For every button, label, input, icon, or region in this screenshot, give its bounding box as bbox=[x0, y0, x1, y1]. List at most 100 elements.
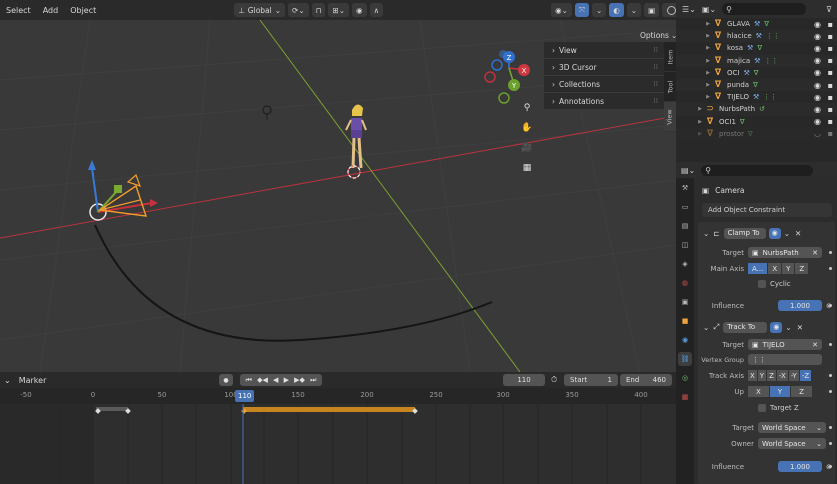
jump-start-icon[interactable]: ⏮ bbox=[246, 376, 252, 385]
constraints-tab-icon[interactable]: ⛓ bbox=[678, 352, 692, 366]
track-axis-neg-z-option[interactable]: -Z bbox=[799, 370, 812, 381]
overlays-toggle[interactable]: ◐ bbox=[609, 3, 624, 17]
animate-dot[interactable] bbox=[829, 304, 832, 307]
render-camera-icon[interactable]: ▪ bbox=[828, 117, 833, 126]
tool-tab-icon[interactable]: ⚒ bbox=[678, 181, 692, 195]
render-camera-icon[interactable]: ▪ bbox=[828, 81, 833, 90]
animate-dot[interactable] bbox=[829, 390, 832, 393]
physics-tab-icon[interactable]: ◉ bbox=[678, 333, 692, 347]
falloff-dropdown[interactable]: ∧ bbox=[369, 3, 384, 17]
axis-y-option[interactable]: Y bbox=[782, 263, 795, 274]
cyclic-checkbox[interactable] bbox=[758, 279, 766, 288]
jump-end-icon[interactable]: ⏭ bbox=[310, 376, 316, 385]
perspective-toggle-icon[interactable]: ▦ bbox=[519, 160, 535, 176]
visibility-eye-icon[interactable]: ◉ bbox=[814, 44, 821, 53]
stopwatch-icon[interactable]: ⏱ bbox=[551, 375, 557, 385]
axis-auto-option[interactable]: A... bbox=[748, 263, 768, 274]
up-axis-z-option[interactable]: Z bbox=[791, 386, 812, 397]
axis-z-option[interactable]: Z bbox=[795, 263, 809, 274]
grip-icon[interactable]: ⁞⁞ bbox=[654, 80, 658, 88]
target-space-dropdown[interactable]: World Space ⌄ bbox=[758, 422, 826, 433]
outliner-item[interactable]: ▶ ∇ OCI1 ∇ ◉ ▪ bbox=[676, 116, 837, 128]
track-target-field[interactable]: ▣ TIJELO ✕ bbox=[748, 339, 822, 350]
target-z-checkbox-row[interactable]: Target Z bbox=[758, 401, 799, 414]
play-icon[interactable]: ▶ bbox=[284, 376, 289, 384]
animate-dot[interactable] bbox=[829, 465, 832, 468]
menu-object[interactable]: Object bbox=[64, 6, 102, 15]
outliner-search-input[interactable]: ⚲ bbox=[722, 3, 807, 15]
pivot-point-dropdown[interactable]: ⟳⌄ bbox=[288, 3, 309, 17]
menu-select[interactable]: Select bbox=[0, 6, 37, 15]
visibility-eye-icon[interactable]: ◉ bbox=[814, 117, 821, 126]
clamp-influence-slider[interactable]: 1.000 bbox=[778, 300, 822, 311]
clear-icon[interactable]: ✕ bbox=[812, 341, 818, 349]
track-enable-toggle[interactable]: ◉ bbox=[770, 321, 783, 333]
editor-type-icon[interactable]: ☰⌄ bbox=[682, 5, 696, 14]
menu-add[interactable]: Add bbox=[37, 6, 65, 15]
properties-search-input[interactable]: ⚲ bbox=[701, 164, 814, 176]
texture-tab-icon[interactable]: ▦ bbox=[678, 390, 692, 404]
view-layer-tab-icon[interactable]: ◫ bbox=[678, 238, 692, 252]
clamp-target-field[interactable]: ▣ NurbsPath ✕ bbox=[748, 247, 822, 258]
render-camera-icon[interactable]: ▪ bbox=[828, 44, 833, 53]
outliner-item[interactable]: ▶ ∇ GLAVA ⚒ ∇ ◉ ▪ bbox=[676, 18, 837, 30]
up-axis-y-option[interactable]: Y bbox=[769, 386, 791, 397]
proportional-edit-toggle[interactable]: ◉ bbox=[352, 3, 367, 17]
hidden-eye-icon[interactable]: ◡ bbox=[814, 129, 821, 138]
outliner-item[interactable]: ▶ ∇ TIJELO ⚒ ⋮⋮ ◉ ▪ bbox=[676, 91, 837, 103]
visibility-eye-icon[interactable]: ◉ bbox=[814, 32, 821, 41]
start-frame-field[interactable]: Start 1 bbox=[564, 374, 618, 386]
cyclic-checkbox-row[interactable]: Cyclic bbox=[758, 277, 791, 290]
gizmo-toggle[interactable]: ⤧ bbox=[574, 3, 589, 17]
grip-icon[interactable]: ⁞⁞ bbox=[654, 46, 658, 54]
filter-icon[interactable]: ⊽ bbox=[826, 5, 832, 14]
expand-arrow-icon[interactable]: ▶ bbox=[704, 45, 712, 51]
expand-arrow-icon[interactable]: ▶ bbox=[704, 58, 712, 64]
track-influence-slider[interactable]: 1.000 bbox=[778, 461, 822, 472]
pan-hand-icon[interactable]: ✋ bbox=[519, 120, 535, 136]
clamp-name-field[interactable]: Clamp To bbox=[723, 227, 766, 239]
track-name-field[interactable]: Track To bbox=[723, 321, 768, 333]
chevron-down-icon[interactable]: ⌄ bbox=[784, 229, 790, 238]
outliner-item[interactable]: ▶ ∇ punda ∇ ◉ ▪ bbox=[676, 78, 837, 92]
track-axis-x-option[interactable]: X bbox=[748, 370, 757, 381]
close-icon[interactable]: ✕ bbox=[797, 323, 803, 332]
track-axis-y-option[interactable]: Y bbox=[757, 370, 767, 381]
outliner-item[interactable]: ▶ ∇ OCI ⚒ ∇ ◉ ▪ bbox=[676, 67, 837, 79]
next-keyframe-icon[interactable]: ▶◆ bbox=[294, 376, 305, 384]
render-camera-icon[interactable]: ▪ bbox=[828, 20, 833, 29]
outliner-item[interactable]: ▶ ∇ majica ⚒ ⋮⋮ ◉ ▪ bbox=[676, 54, 837, 67]
add-object-constraint-dropdown[interactable]: Add Object Constraint bbox=[702, 203, 832, 217]
expand-arrow-icon[interactable]: ▶ bbox=[696, 131, 704, 137]
outliner-item[interactable]: ▶ ⊃ NurbsPath ↺ ◉ ▪ bbox=[676, 103, 837, 116]
grip-icon[interactable]: ⁞⁞ bbox=[654, 63, 658, 71]
expand-arrow-icon[interactable]: ▶ bbox=[696, 106, 704, 112]
panel-3d-cursor[interactable]: › 3D Cursor ⁞⁞ bbox=[544, 59, 664, 76]
track-to-header[interactable]: ⌄ ⤢ Track To ◉ ⌄ ✕ bbox=[703, 320, 835, 334]
panel-annotations[interactable]: › Annotations ⁞⁞ bbox=[544, 93, 664, 110]
timeline-ruler[interactable]: -50 0 50 100 150 200 250 300 350 400 110 bbox=[0, 388, 676, 404]
scene-tab-icon[interactable]: ◈ bbox=[678, 257, 692, 271]
playhead-frame-indicator[interactable]: 110 bbox=[235, 390, 255, 402]
animate-dot[interactable] bbox=[829, 442, 832, 445]
up-axis-x-option[interactable]: X bbox=[748, 386, 769, 397]
visibility-eye-icon[interactable]: ◉ bbox=[814, 56, 821, 65]
animate-dot[interactable] bbox=[829, 251, 832, 254]
track-axis-neg-x-option[interactable]: -X bbox=[776, 370, 788, 381]
transform-orientation-dropdown[interactable]: ⊥ Global ⌄ bbox=[234, 3, 286, 17]
visibility-eye-icon[interactable]: ◉ bbox=[814, 93, 821, 102]
expand-arrow-icon[interactable]: ▶ bbox=[704, 33, 712, 39]
render-camera-icon[interactable]: ▪ bbox=[828, 93, 833, 102]
object-tab-icon[interactable]: ■ bbox=[678, 314, 692, 328]
panel-view[interactable]: › View ⁞⁞ bbox=[544, 42, 664, 59]
expand-arrow-icon[interactable]: ▶ bbox=[696, 119, 704, 125]
current-frame-field[interactable]: 110 bbox=[503, 374, 545, 386]
gizmo-dropdown[interactable]: ⌄ bbox=[591, 3, 607, 17]
render-camera-icon[interactable]: ▪ bbox=[828, 32, 833, 41]
world-tab-icon[interactable]: ◍ bbox=[678, 276, 692, 290]
render-camera-icon[interactable]: ▪ bbox=[828, 129, 833, 138]
keyframe-record-toggle[interactable]: ● bbox=[219, 374, 233, 386]
animate-dot[interactable] bbox=[829, 426, 832, 429]
prev-keyframe-icon[interactable]: ◆◀ bbox=[257, 376, 268, 384]
snap-target-dropdown[interactable]: ⊞⌄ bbox=[328, 3, 350, 17]
